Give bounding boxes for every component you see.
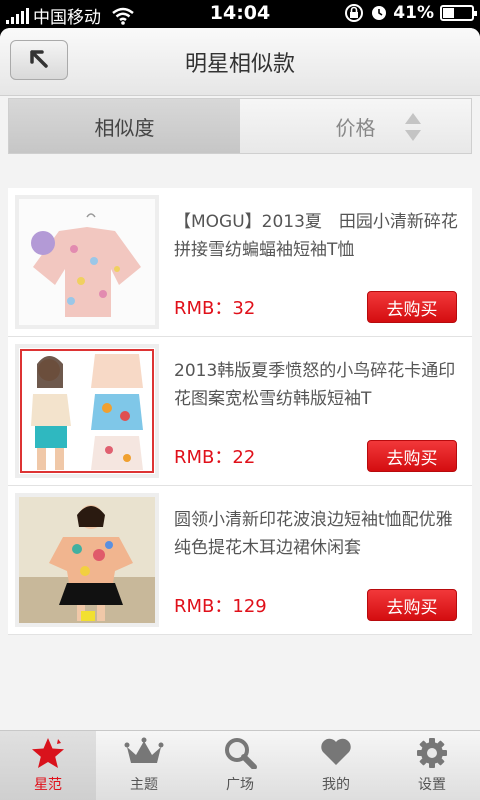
battery-label: 41% [393,3,434,23]
tab-price[interactable]: 价格 [240,99,471,153]
tab-square[interactable]: 广场 [192,731,288,800]
crown-icon [124,737,164,763]
buy-button[interactable]: 去购买 [367,589,457,621]
product-price: RMB：32 [174,298,256,319]
tab-similarity-label: 相似度 [94,115,155,140]
gear-icon [417,738,447,768]
app-screen: 明星相似款 相似度 价格 【MOGU】2013夏 田园小清新碎花拼接雪纺蝙蝠袖短… [0,28,480,800]
star-icon [32,738,64,768]
search-icon [225,738,257,769]
product-image[interactable] [15,493,159,627]
product-image[interactable] [15,195,159,329]
tab-square-label: 广场 [226,777,254,793]
product-title[interactable]: 圆领小清新印花波浪边短袖t恤配优雅纯色提花木耳边裙休闲套 [174,506,459,562]
list-item[interactable]: 【MOGU】2013夏 田园小清新碎花拼接雪纺蝙蝠袖短袖T恤 RMB：32 去购… [8,188,472,337]
sort-tabs: 相似度 价格 [8,98,472,154]
nav-bar: 明星相似款 [0,28,480,96]
tab-mine[interactable]: 我的 [288,731,384,800]
tab-bar: 星范 主题 广场 我的 设置 [0,730,480,800]
buy-button[interactable]: 去购买 [367,291,457,323]
tab-theme-label: 主题 [130,777,158,793]
product-price: RMB：129 [174,596,267,617]
product-image[interactable] [15,344,159,478]
tab-settings-label: 设置 [418,777,446,793]
sort-arrows-icon [405,113,421,141]
battery-icon [440,5,477,21]
tab-star[interactable]: 星范 [0,731,96,800]
tab-settings[interactable]: 设置 [384,731,480,800]
list-item[interactable]: 2013韩版夏季愤怒的小鸟碎花卡通印花图案宽松雪纺韩版短袖T RMB：22 去购… [8,337,472,486]
buy-button[interactable]: 去购买 [367,440,457,472]
alarm-icon [372,6,387,20]
product-title[interactable]: 2013韩版夏季愤怒的小鸟碎花卡通印花图案宽松雪纺韩版短袖T [174,357,459,413]
tab-similarity[interactable]: 相似度 [9,99,240,153]
product-list: 【MOGU】2013夏 田园小清新碎花拼接雪纺蝙蝠袖短袖T恤 RMB：32 去购… [8,188,472,635]
product-title[interactable]: 【MOGU】2013夏 田园小清新碎花拼接雪纺蝙蝠袖短袖T恤 [174,208,459,264]
tab-theme[interactable]: 主题 [96,731,192,800]
tab-mine-label: 我的 [322,777,350,793]
list-item[interactable]: 圆领小清新印花波浪边短袖t恤配优雅纯色提花木耳边裙休闲套 RMB：129 去购买 [8,486,472,635]
page-title: 明星相似款 [184,52,295,77]
heart-icon [321,738,351,765]
rotation-lock-icon [345,4,364,22]
product-price: RMB：22 [174,447,256,468]
tab-star-label: 星范 [34,777,62,793]
status-bar: 中国移动 14:04 41% [0,0,480,28]
tab-price-label: 价格 [335,115,376,140]
